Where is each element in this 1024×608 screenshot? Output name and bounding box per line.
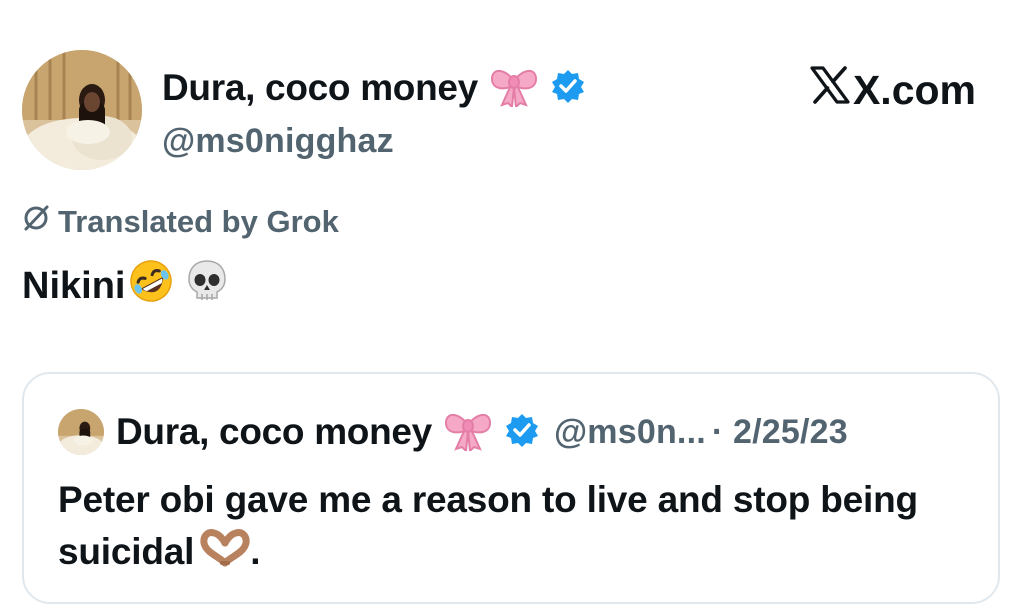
- pink-bow-emoji: [444, 409, 492, 456]
- skull-emoji: [186, 258, 228, 314]
- x-com-label: X.com: [810, 66, 976, 114]
- grok-icon: [22, 204, 50, 240]
- author-handle[interactable]: @ms0nigghaz: [162, 122, 586, 161]
- rofl-emoji: [128, 258, 174, 314]
- quoted-author-avatar[interactable]: [58, 409, 104, 455]
- verified-badge-icon: [550, 68, 586, 109]
- pink-bow-emoji: [490, 65, 538, 112]
- quoted-tweet-text: Peter obi gave me a reason to live and s…: [58, 474, 958, 581]
- x-logo-icon: [810, 66, 850, 114]
- author-info: Dura, coco money @ms0nigghaz: [162, 64, 586, 161]
- translation-label: Translated by Grok: [58, 204, 339, 239]
- site-domain-text: X.com: [852, 66, 976, 113]
- author-name-row: Dura, coco money: [162, 64, 586, 112]
- author-avatar[interactable]: [22, 50, 142, 170]
- tweet-text: Nikini: [22, 258, 228, 314]
- quoted-tweet-card[interactable]: Dura, coco money @ms0n... · 2/25/23 Pete…: [22, 372, 1000, 604]
- quoted-tweet-body: Peter obi gave me a reason to live and s…: [58, 479, 918, 572]
- quoted-author-name[interactable]: Dura, coco money: [116, 411, 432, 453]
- quoted-tweet-header: Dura, coco money @ms0n... · 2/25/23: [58, 408, 848, 456]
- translation-note[interactable]: Translated by Grok: [22, 204, 339, 240]
- avatar-photo: [22, 50, 142, 170]
- heart-hands-emoji: [200, 527, 250, 581]
- quoted-tweet-date[interactable]: · 2/25/23: [712, 413, 848, 452]
- quoted-author-handle[interactable]: @ms0n...: [554, 413, 706, 452]
- verified-badge-icon: [504, 412, 540, 453]
- quoted-tweet-suffix: .: [250, 531, 261, 572]
- avatar-photo: [58, 409, 104, 455]
- author-name[interactable]: Dura, coco money: [162, 67, 478, 109]
- tweet-text-body: Nikini: [22, 264, 126, 307]
